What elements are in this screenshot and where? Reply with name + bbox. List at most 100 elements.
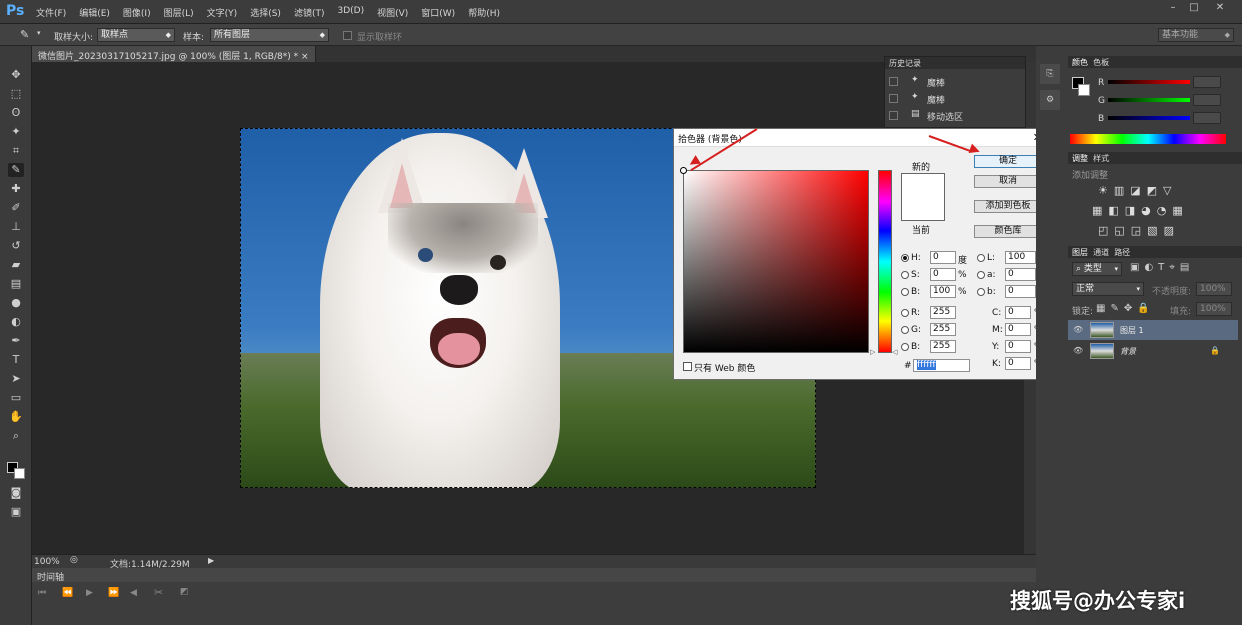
audio-icon[interactable]: ◀ [130,588,137,598]
status-toggle-icon[interactable]: ◎ [70,555,78,565]
saturation-brightness-field[interactable] [680,167,869,353]
brightness-field[interactable]: 100 [930,285,956,298]
zoom-tool-icon[interactable]: ⌕ [8,429,24,443]
gradient-tool-icon[interactable]: ▤ [8,277,24,291]
color-libraries-button[interactable]: 颜色库 [974,225,1042,238]
brightness-radio[interactable] [901,288,909,296]
eyedropper-icon[interactable]: ✎ [20,28,29,41]
lock-icons[interactable]: ▦✎✥🔒 [1096,303,1155,314]
type-tool-icon[interactable]: T [8,353,24,367]
color-picker-cursor[interactable] [680,167,687,174]
menu-image[interactable]: 图像(I) [123,6,151,19]
blue-radio[interactable] [901,343,909,351]
menu-filter[interactable]: 滤镜(T) [294,6,325,19]
sample-size-dropdown[interactable]: 取样点 ◆ [97,28,175,42]
play-icon[interactable]: ▶ [86,588,93,598]
lab-b-radio[interactable] [977,288,985,296]
tab-color[interactable]: 颜色 [1072,58,1088,67]
menu-edit[interactable]: 编辑(E) [79,6,110,19]
pen-tool-icon[interactable]: ✒ [8,334,24,348]
visibility-eye-icon[interactable]: 👁 [1073,346,1083,355]
menu-help[interactable]: 帮助(H) [468,6,500,19]
background-color-swatch[interactable] [14,468,25,479]
blue-value-field[interactable] [1193,112,1221,124]
menu-select[interactable]: 选择(S) [250,6,281,19]
magic-wand-tool-icon[interactable]: ✦ [8,125,24,139]
close-icon[interactable]: ✕ [1214,3,1226,13]
cyan-field[interactable]: 0 [1005,306,1031,319]
menu-window[interactable]: 窗口(W) [421,6,455,19]
layer-row-layer-1[interactable]: 👁 图层 1 [1068,320,1238,340]
previous-frame-icon[interactable]: ⏪ [62,588,73,598]
zoom-level[interactable]: 100% [34,557,60,567]
saturation-field[interactable]: 0 [930,268,956,281]
menu-3d[interactable]: 3D(D) [337,6,364,19]
blue-field[interactable]: 255 [930,340,956,353]
history-panel-icon[interactable]: ⎘ [1040,64,1060,84]
saturation-radio[interactable] [901,271,909,279]
tab-paths[interactable]: 路径 [1114,248,1130,257]
menu-layer[interactable]: 图层(L) [164,6,194,19]
hue-slider[interactable] [878,170,892,353]
cancel-button[interactable]: 取消 [974,175,1042,188]
healing-brush-tool-icon[interactable]: ✚ [8,182,24,196]
hue-radio[interactable] [901,254,909,262]
tab-styles[interactable]: 样式 [1093,154,1109,163]
red-slider[interactable] [1108,80,1190,84]
stamp-tool-icon[interactable]: ⊥ [8,220,24,234]
dodge-tool-icon[interactable]: ◐ [8,315,24,329]
blur-tool-icon[interactable]: ● [8,296,24,310]
rectangle-tool-icon[interactable]: ▭ [8,391,24,405]
path-select-tool-icon[interactable]: ➤ [8,372,24,386]
magenta-field[interactable]: 0 [1005,323,1031,336]
transition-icon[interactable]: ◩ [180,587,189,597]
hue-field[interactable]: 0 [930,251,956,264]
eraser-tool-icon[interactable]: ▰ [8,258,24,272]
ok-button[interactable]: 确定 [974,155,1042,168]
history-brush-tool-icon[interactable]: ↺ [8,239,24,253]
history-item[interactable]: ✦ 魔棒 [889,91,1023,106]
slider-right-marker[interactable]: ◁ [892,348,897,356]
sample-dropdown[interactable]: 所有图层 ◆ [210,28,329,42]
blue-slider[interactable] [1108,116,1190,120]
lab-a-radio[interactable] [977,271,985,279]
yellow-field[interactable]: 0 [1005,340,1031,353]
green-slider[interactable] [1108,98,1190,102]
workspace-dropdown[interactable]: 基本功能 ◆ [1158,28,1234,42]
green-radio[interactable] [901,326,909,334]
web-only-checkbox[interactable] [683,362,692,371]
tab-close-icon[interactable]: × [301,52,309,62]
red-value-field[interactable] [1193,76,1221,88]
green-field[interactable]: 255 [930,323,956,336]
panel-background-swatch[interactable] [1078,84,1090,96]
red-radio[interactable] [901,309,909,317]
adjustment-icons-row-1[interactable]: ☀▥◪◩▽ [1098,184,1178,197]
color-spectrum-bar[interactable] [1070,134,1226,144]
show-ring-checkbox[interactable] [343,31,352,40]
green-value-field[interactable] [1193,94,1221,106]
slider-left-marker[interactable]: ▷ [870,348,875,356]
hand-tool-icon[interactable]: ✋ [8,410,24,424]
history-item[interactable]: ▤ 移动选区 [889,108,1023,123]
tab-swatches[interactable]: 色板 [1093,58,1109,67]
menu-view[interactable]: 视图(V) [377,6,408,19]
lab-b-field[interactable]: 0 [1005,285,1036,298]
maximize-icon[interactable]: □ [1188,3,1200,13]
lab-l-field[interactable]: 100 [1005,251,1036,264]
minimize-icon[interactable]: – [1167,3,1179,13]
layer-filter-icons[interactable]: ▣◐T⌖▤ [1130,262,1194,273]
lab-a-field[interactable]: 0 [1005,268,1036,281]
properties-panel-icon[interactable]: ⚙ [1040,90,1060,110]
quick-mask-icon[interactable]: ◙ [8,486,24,500]
black-field[interactable]: 0 [1005,357,1031,370]
scissors-icon[interactable]: ✂ [154,586,163,599]
next-frame-icon[interactable]: ⏩ [108,588,119,598]
add-to-swatches-button[interactable]: 添加到色板 [974,200,1042,213]
history-item[interactable]: ✦ 魔棒 [889,74,1023,89]
marquee-tool-icon[interactable]: ⬚ [8,87,24,101]
tab-layers[interactable]: 图层 [1072,248,1088,257]
document-tab[interactable]: 微信图片_20230317105217.jpg @ 100% (图层 1, RG… [32,46,316,62]
chevron-down-icon[interactable]: ▾ [37,29,41,37]
menu-type[interactable]: 文字(Y) [207,6,238,19]
layer-row-background[interactable]: 👁 背景 🔒 [1068,341,1238,361]
